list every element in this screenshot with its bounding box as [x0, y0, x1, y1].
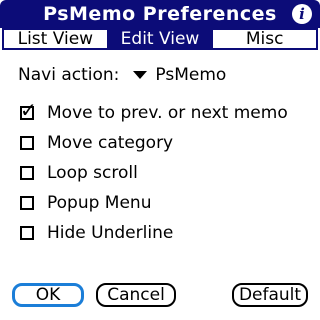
navi-action-label: Navi action: [18, 65, 120, 85]
tab-bar: List View Edit View Misc [2, 28, 318, 50]
option-label: Move to prev. or next memo [47, 103, 288, 123]
option-label: Popup Menu [47, 193, 152, 213]
checkmark-icon: ✓ [20, 98, 37, 122]
navi-action-value[interactable]: PsMemo [155, 65, 226, 85]
option-label: Move category [47, 133, 174, 153]
checkbox-move-prev-next[interactable]: ✓ [20, 100, 37, 120]
option-label: Hide Underline [47, 223, 174, 243]
tab-list-view[interactable]: List View [4, 30, 109, 48]
info-icon[interactable]: i [292, 4, 312, 24]
navi-action-row: Navi action: PsMemo [18, 64, 226, 86]
option-hide-underline[interactable]: Hide Underline [20, 218, 288, 248]
dialog-title: PsMemo Preferences [43, 3, 277, 25]
tab-edit-view[interactable]: Edit View [108, 30, 214, 48]
default-button[interactable]: Default [232, 283, 308, 307]
tab-misc[interactable]: Misc [213, 30, 317, 48]
checkbox-move-category[interactable] [20, 136, 34, 150]
option-move-category[interactable]: Move category [20, 128, 288, 158]
checkbox-popup-menu[interactable] [20, 196, 34, 210]
checkbox-hide-underline[interactable] [20, 226, 34, 240]
title-bar: PsMemo Preferences i [0, 0, 320, 28]
option-label: Loop scroll [47, 163, 138, 183]
dropdown-triangle-icon[interactable] [133, 71, 148, 79]
option-move-prev-next[interactable]: ✓ Move to prev. or next memo [20, 98, 288, 128]
ok-button[interactable]: OK [12, 283, 84, 307]
checkbox-loop-scroll[interactable] [20, 166, 34, 180]
options-list: ✓ Move to prev. or next memo Move catego… [20, 98, 288, 248]
option-popup-menu[interactable]: Popup Menu [20, 188, 288, 218]
cancel-button[interactable]: Cancel [96, 283, 176, 307]
option-loop-scroll[interactable]: Loop scroll [20, 158, 288, 188]
